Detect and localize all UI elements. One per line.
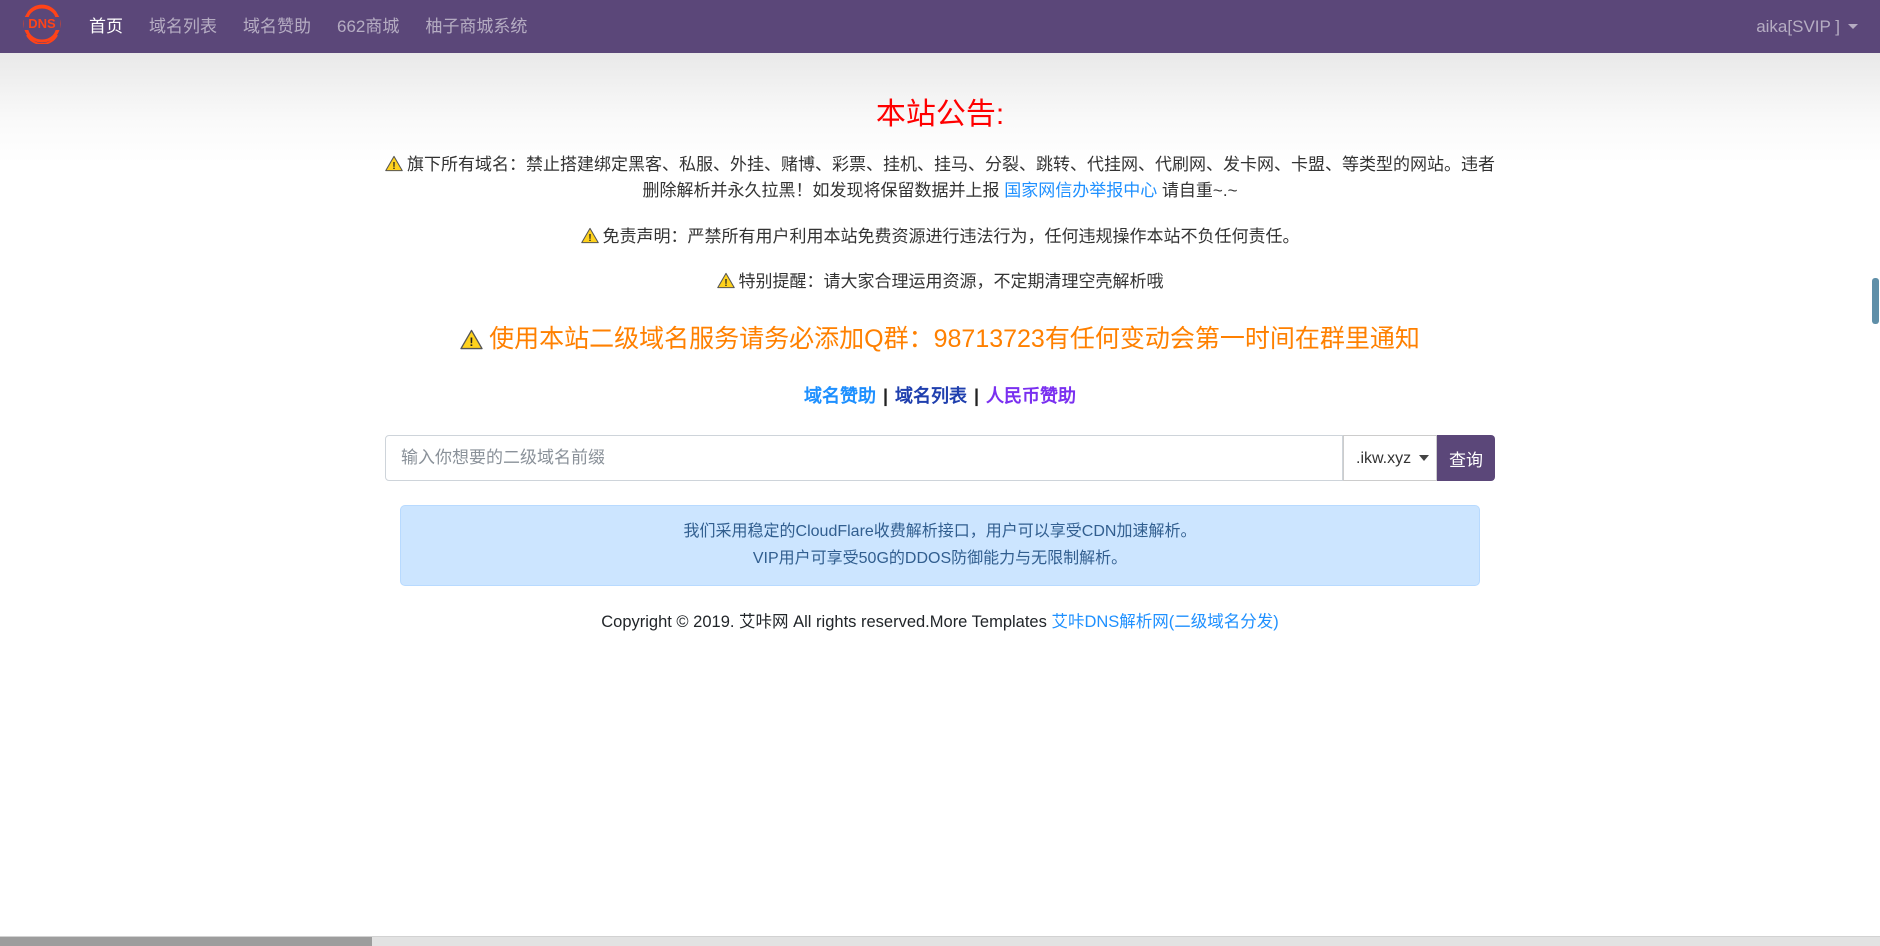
- navbar: DNS 首页 域名列表 域名赞助 662商城 柚子商城系统 aika[SVIP …: [0, 0, 1880, 53]
- svg-text:!: !: [724, 278, 727, 289]
- page-title: 本站公告:: [385, 89, 1495, 133]
- qq-group-notice-text: 使用本站二级域名服务请务必添加Q群：98713723有任何变动会第一时间在群里通…: [489, 325, 1420, 353]
- cloudflare-info-box: 我们采用稳定的CloudFlare收费解析接口，用户可以享受CDN加速解析。 V…: [400, 505, 1480, 586]
- nav-item-home[interactable]: 首页: [76, 0, 136, 53]
- nav-links: 首页 域名列表 域名赞助 662商城 柚子商城系统: [76, 0, 540, 53]
- domain-prefix-input[interactable]: [385, 435, 1343, 481]
- content-container: 本站公告: ! 旗下所有域名：禁止搭建绑定黑客、私服、外挂、赌博、彩票、挂机、挂…: [370, 89, 1510, 632]
- domain-suffix-select[interactable]: .ikw.xyz: [1343, 435, 1437, 481]
- quick-link-domain-list[interactable]: 域名列表: [895, 386, 967, 406]
- notice-reminder-text: 特别提醒：请大家合理运用资源，不定期清理空壳解析哦: [739, 272, 1164, 291]
- warning-icon: !: [717, 272, 735, 289]
- notice-domains-text: 旗下所有域名：禁止搭建绑定黑客、私服、外挂、赌博、彩票、挂机、挂马、分裂、跳转、…: [407, 155, 1495, 200]
- navbar-right: aika[SVIP ]: [1756, 17, 1858, 37]
- notice-domains-tail: 请自重~.~: [1157, 181, 1237, 200]
- notice-disclaimer-text: 免责声明：严禁所有用户利用本站免费资源进行违法行为，任何违规操作本站不负任何责任…: [603, 227, 1300, 246]
- chevron-down-icon: [1848, 24, 1858, 29]
- report-center-link[interactable]: 国家网信办举报中心: [1004, 181, 1157, 200]
- page-body: 本站公告: ! 旗下所有域名：禁止搭建绑定黑客、私服、外挂、赌博、彩票、挂机、挂…: [0, 53, 1880, 653]
- quick-links: 域名赞助 | 域名列表 | 人民币赞助: [385, 382, 1495, 408]
- separator: |: [883, 386, 888, 406]
- svg-text:!: !: [392, 161, 395, 172]
- domain-suffix-wrap: .ikw.xyz: [1343, 435, 1437, 481]
- nav-item-domain-sponsor[interactable]: 域名赞助: [230, 0, 324, 53]
- domain-search-bar: .ikw.xyz 查询: [385, 435, 1495, 481]
- svg-text:!: !: [588, 232, 591, 243]
- horizontal-scrollbar-thumb[interactable]: [0, 937, 372, 946]
- user-dropdown[interactable]: aika[SVIP ]: [1756, 17, 1858, 37]
- warning-icon: !: [460, 329, 483, 350]
- qq-group-notice: ! 使用本站二级域名服务请务必添加Q群：98713723有任何变动会第一时间在群…: [385, 319, 1495, 355]
- notice-disclaimer: ! 免责声明：严禁所有用户利用本站免费资源进行违法行为，任何违规操作本站不负任何…: [385, 224, 1495, 250]
- svg-text:DNS: DNS: [28, 16, 56, 31]
- separator: |: [974, 386, 979, 406]
- nav-item-domain-list[interactable]: 域名列表: [136, 0, 230, 53]
- nav-item-662-shop[interactable]: 662商城: [324, 0, 412, 53]
- info-line-2: VIP用户可享受50G的DDOS防御能力与无限制解析。: [417, 546, 1463, 572]
- nav-item-youzi-shop[interactable]: 柚子商城系统: [412, 0, 540, 53]
- notice-domains: ! 旗下所有域名：禁止搭建绑定黑客、私服、外挂、赌博、彩票、挂机、挂马、分裂、跳…: [385, 152, 1495, 205]
- warning-icon: !: [581, 227, 599, 244]
- dns-globe-icon: DNS: [22, 4, 62, 49]
- user-dropdown-label: aika[SVIP ]: [1756, 17, 1840, 37]
- copyright-footer: Copyright © 2019. 艾咔网 All rights reserve…: [385, 608, 1495, 632]
- warning-icon: !: [385, 155, 403, 172]
- notice-reminder: ! 特别提醒：请大家合理运用资源，不定期清理空壳解析哦: [385, 269, 1495, 295]
- brand-logo[interactable]: DNS: [22, 4, 62, 49]
- copyright-text: Copyright © 2019. 艾咔网 All rights reserve…: [601, 613, 1051, 631]
- horizontal-scrollbar[interactable]: [0, 936, 1880, 946]
- svg-text:!: !: [470, 336, 474, 350]
- quick-link-rmb-sponsor[interactable]: 人民币赞助: [986, 386, 1076, 406]
- footer-site-link[interactable]: 艾咔DNS解析网(二级域名分发): [1051, 613, 1278, 631]
- vertical-scrollbar-thumb[interactable]: [1872, 278, 1879, 324]
- info-line-1: 我们采用稳定的CloudFlare收费解析接口，用户可以享受CDN加速解析。: [417, 519, 1463, 545]
- quick-link-domain-sponsor[interactable]: 域名赞助: [804, 386, 876, 406]
- search-button[interactable]: 查询: [1437, 435, 1495, 481]
